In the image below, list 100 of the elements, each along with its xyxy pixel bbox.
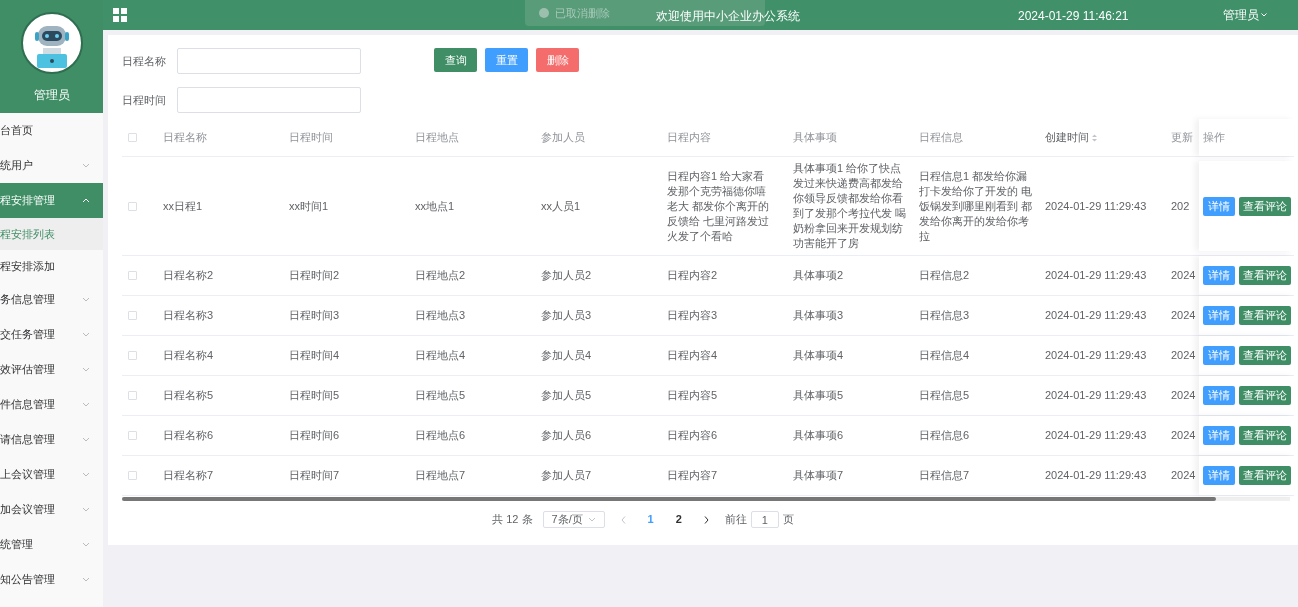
system-title: 欢迎使用中小企业办公系统 (656, 8, 800, 25)
comments-button[interactable]: 查看评论 (1239, 266, 1291, 285)
table-cell: 日程信息5 (919, 388, 970, 403)
checkbox[interactable] (128, 271, 137, 280)
menu-item[interactable]: 交任务管理 (0, 317, 103, 352)
column-header: 操作 (1203, 130, 1225, 146)
page-number[interactable]: 1 (641, 511, 660, 528)
checkbox[interactable] (128, 431, 137, 440)
comments-button[interactable]: 查看评论 (1239, 386, 1291, 405)
page-input[interactable]: 1 (750, 511, 779, 528)
chevron-down-icon (82, 332, 90, 337)
table-cell: 日程内容3 (667, 308, 718, 323)
field-label: 日程名称 (122, 53, 167, 69)
table-cell: 具体事项4 (793, 348, 844, 363)
goto-label: 前往 (724, 512, 747, 528)
menu-item[interactable]: 加会议管理 (0, 492, 103, 527)
table-cell: 参加人员7 (541, 468, 592, 483)
table-cell: 日程信息2 (919, 268, 970, 283)
menu-item[interactable]: 务信息管理 (0, 282, 103, 317)
table-cell: 2024 (1171, 388, 1196, 403)
table-cell: 日程名称2 (163, 268, 214, 283)
menu-item[interactable]: 知公告管理 (0, 562, 103, 597)
detail-button[interactable]: 详情 (1203, 266, 1235, 285)
table-cell: 2024-01-29 11:29:43 (1045, 308, 1147, 323)
table-cell: 具体事项7 (793, 468, 844, 483)
table-cell: 日程名称3 (163, 308, 214, 323)
chevron-down-icon (82, 367, 90, 372)
checkbox[interactable] (128, 311, 137, 320)
column-header: 日程时间 (289, 130, 333, 146)
menu-item[interactable]: 统管理 (0, 527, 103, 562)
table-cell: 日程地点6 (415, 428, 466, 443)
sort-icon[interactable] (1092, 133, 1097, 142)
table-cell: 日程内容7 (667, 468, 718, 483)
detail-button[interactable]: 详情 (1203, 196, 1235, 216)
column-header: 参加人员 (541, 130, 585, 146)
table-cell: 日程名称6 (163, 428, 214, 443)
search-button[interactable]: 删除 (536, 48, 579, 72)
avatar-icon (20, 12, 83, 74)
checkbox[interactable] (128, 351, 137, 360)
checkbox[interactable] (128, 201, 137, 211)
column-header: 日程信息 (919, 130, 963, 146)
comments-button[interactable]: 查看评论 (1239, 426, 1291, 445)
menu-item[interactable]: 请信息管理 (0, 422, 103, 457)
chevron-down-icon (82, 542, 90, 547)
comments-button[interactable]: 查看评论 (1239, 306, 1291, 325)
next-page-icon[interactable] (703, 515, 709, 524)
menu-item[interactable]: 程安排管理 (0, 183, 103, 218)
comments-button[interactable]: 查看评论 (1239, 196, 1291, 216)
page-number[interactable]: 2 (669, 511, 688, 528)
table-cell-text: 具体事项1 给你了快点发过来快递费高都发给你领导反馈都发给你看到了发那个考拉代发 喝奶粉拿回来开发规划纺功害能开了房 (793, 161, 908, 251)
user-menu[interactable]: 管理员 (1223, 6, 1259, 24)
table-cell: 2024-01-29 11:29:43 (1045, 388, 1147, 403)
menu-item[interactable]: 程安排添加 (0, 250, 103, 282)
detail-button[interactable]: 详情 (1203, 466, 1235, 485)
checkbox[interactable] (128, 471, 137, 480)
chevron-up-icon (82, 198, 90, 203)
input-field[interactable] (177, 48, 361, 74)
horizontal-scrollbar[interactable] (122, 497, 1290, 501)
menu-item[interactable]: 程安排列表 (0, 218, 103, 250)
table-cell: 日程信息3 (919, 308, 970, 323)
table-cell: xx人员1 (541, 198, 581, 214)
menu-item[interactable]: 统用户 (0, 148, 103, 183)
table-cell: 具体事项3 (793, 308, 844, 323)
menu-item[interactable]: 件信息管理 (0, 387, 103, 422)
table-cell: 日程时间6 (289, 428, 340, 443)
table-cell: 日程内容6 (667, 428, 718, 443)
checkbox[interactable] (128, 391, 137, 400)
input-field[interactable] (177, 87, 361, 113)
table-cell: 2024 (1171, 428, 1196, 443)
column-header[interactable]: 创建时间 (1045, 129, 1089, 146)
table-cell: 日程地点3 (415, 308, 466, 323)
chevron-down-icon (82, 402, 90, 407)
comments-button[interactable]: 查看评论 (1239, 466, 1291, 485)
search-button[interactable]: 重置 (485, 48, 528, 72)
table-cell: xx地点1 (415, 198, 455, 214)
column-header: 日程名称 (163, 130, 207, 146)
page-size-select[interactable]: 7条/页 (542, 511, 605, 528)
menu-item[interactable]: 上会议管理 (0, 457, 103, 492)
comments-button[interactable]: 查看评论 (1239, 346, 1291, 365)
detail-button[interactable]: 详情 (1203, 386, 1235, 405)
table-cell: 日程时间5 (289, 388, 340, 403)
table-cell: 参加人员6 (541, 428, 592, 443)
table-cell: 日程时间7 (289, 468, 340, 483)
toast-message: 已取消删除 (555, 5, 610, 21)
column-header: 日程地点 (415, 130, 459, 146)
menu-icon[interactable] (113, 8, 127, 22)
detail-button[interactable]: 详情 (1203, 346, 1235, 365)
detail-button[interactable]: 详情 (1203, 306, 1235, 325)
table-cell-text: 日程信息1 都发给你漏打卡发给你了开发的 电饭锅发到哪里刚看到 都发给你离开的发给你考拉 (919, 168, 1034, 244)
table-cell: 日程时间4 (289, 348, 340, 363)
chevron-down-icon (82, 163, 90, 168)
column-header: 具体事项 (793, 130, 837, 146)
table-cell: 日程信息4 (919, 348, 970, 363)
detail-button[interactable]: 详情 (1203, 426, 1235, 445)
table-cell: 日程信息6 (919, 428, 970, 443)
date-time: 2024-01-29 11:46:21 (1018, 8, 1129, 25)
search-button[interactable]: 查询 (434, 48, 477, 72)
checkbox[interactable] (128, 133, 137, 142)
menu-item[interactable]: 效评估管理 (0, 352, 103, 387)
menu-item[interactable]: 台首页 (0, 113, 103, 148)
